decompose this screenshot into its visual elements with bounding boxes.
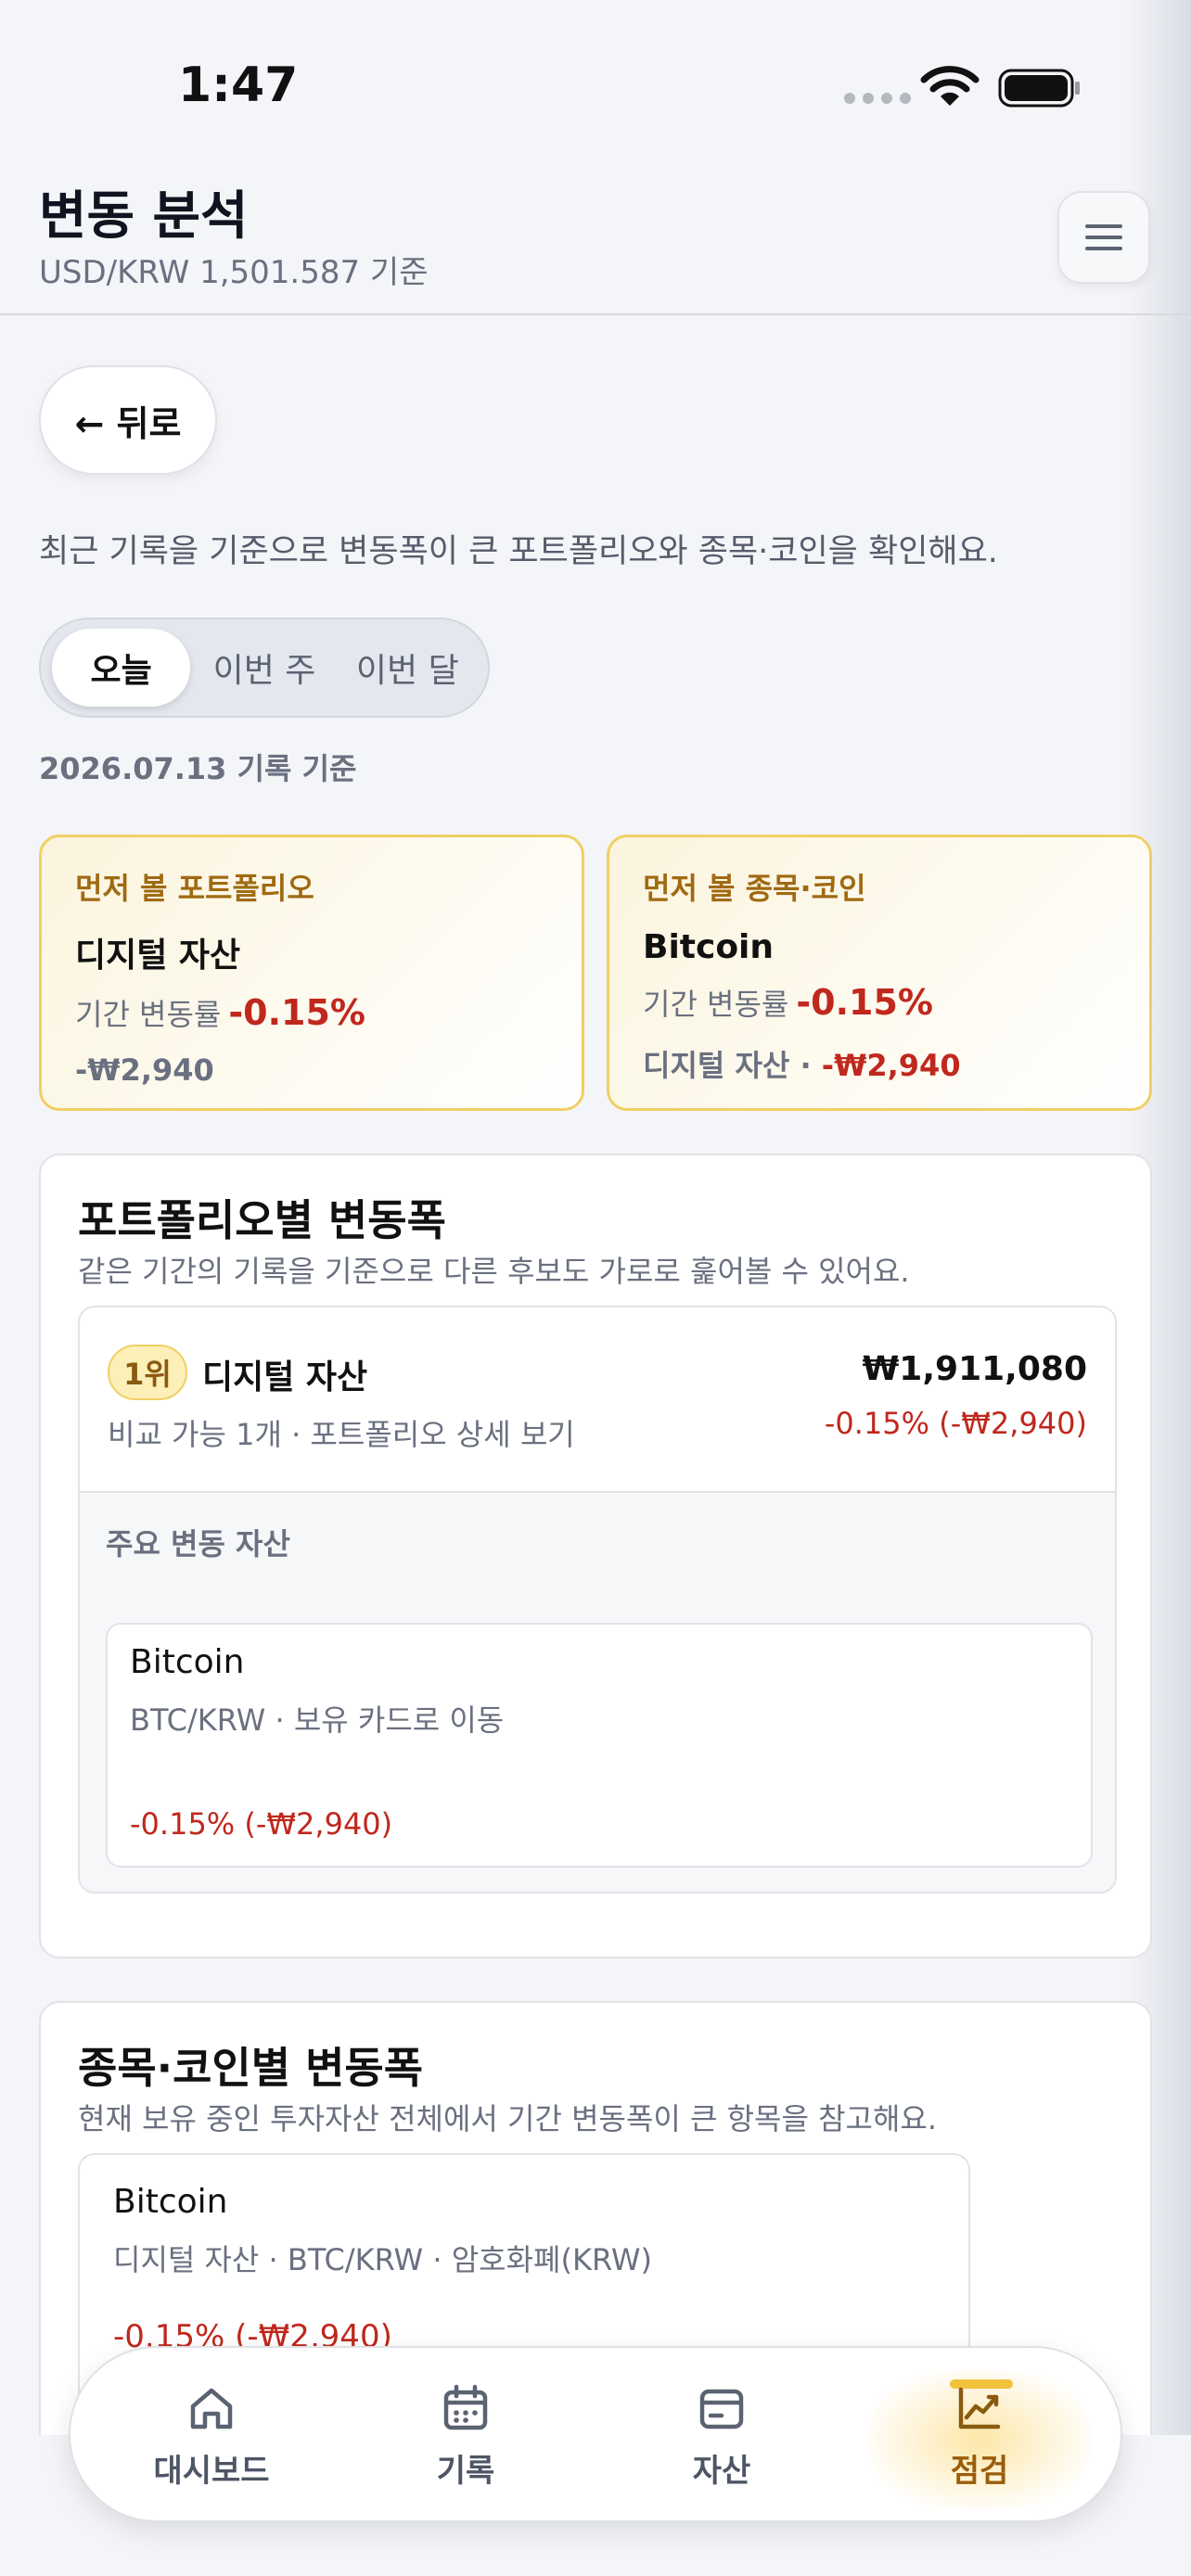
- record-date-note: 2026.07.13 기록 기준: [39, 751, 357, 786]
- chart-icon: [958, 2387, 1001, 2429]
- mover-change: -0.15% (-₩2,940): [130, 1806, 393, 1842]
- exchange-rate-subtitle: USD/KRW 1,501.587 기준: [39, 254, 429, 291]
- tab-assets[interactable]: 자산: [610, 2348, 833, 2524]
- rank-total-value: ₩1,911,080: [862, 1350, 1087, 1388]
- period-tab-today[interactable]: 오늘: [52, 629, 191, 707]
- section-subtitle: 현재 보유 중인 투자자산 전체에서 기간 변동폭이 큰 항목을 참고해요.: [78, 2101, 938, 2136]
- tab-label: 자산: [692, 2452, 751, 2490]
- status-bar: 1:47: [0, 0, 1191, 167]
- section-title: 포트폴리오별 변동폭: [78, 1195, 446, 1245]
- back-button[interactable]: ← 뒤로: [39, 365, 217, 475]
- highlight-portfolio-card[interactable]: 먼저 볼 포트폴리오 디지털 자산 기간 변동률 -0.15% -₩2,940: [39, 835, 584, 1111]
- highlight-asset-card[interactable]: 먼저 볼 종목·코인 Bitcoin 기간 변동률 -0.15% 디지털 자산 ·…: [607, 835, 1152, 1111]
- mover-name: Bitcoin: [130, 1643, 245, 1681]
- page-description: 최근 기록을 기준으로 변동폭이 큰 포트폴리오와 종목·코인을 확인해요.: [39, 533, 998, 570]
- movers-label: 주요 변동 자산: [106, 1526, 290, 1562]
- rank-badge: 1위: [108, 1345, 187, 1400]
- battery-icon: [998, 69, 1080, 108]
- asset-name: Bitcoin: [113, 2183, 228, 2221]
- calendar-icon: [443, 2384, 488, 2429]
- highlight-amount: -₩2,940: [75, 1052, 214, 1088]
- highlight-group: 디지털 자산 ·: [643, 1048, 822, 1083]
- status-time: 1:47: [178, 57, 299, 113]
- asset-meta: 디지털 자산 · BTC/KRW · 암호화폐(KRW): [113, 2242, 653, 2277]
- period-segmented-control: 오늘 이번 주 이번 달: [39, 618, 490, 718]
- highlight-name: 디지털 자산: [75, 937, 241, 975]
- menu-button[interactable]: [1057, 191, 1150, 284]
- highlight-rate-row: 기간 변동률 -0.15%: [75, 991, 548, 1034]
- hamburger-icon: [1085, 224, 1122, 250]
- section-title: 종목·코인별 변동폭: [78, 2043, 424, 2093]
- rank-change-value: -0.15% (-₩2,940): [824, 1406, 1087, 1441]
- highlight-rate: -0.15%: [228, 992, 365, 1033]
- highlight-kicker: 먼저 볼 포트폴리오: [75, 871, 314, 906]
- rank-meta-link[interactable]: 비교 가능 1개 · 포트폴리오 상세 보기: [108, 1411, 575, 1454]
- highlight-amount: -₩2,940: [821, 1048, 961, 1083]
- highlight-rate-label: 기간 변동률: [643, 987, 789, 1022]
- period-tab-week[interactable]: 이번 주: [190, 629, 338, 707]
- mover-asset-card[interactable]: Bitcoin BTC/KRW · 보유 카드로 이동 -0.15% (-₩2,…: [106, 1623, 1093, 1868]
- app-header: 변동 분석 USD/KRW 1,501.587 기준: [0, 167, 1191, 315]
- tab-label: 기록: [436, 2452, 495, 2490]
- tab-checkup[interactable]: 점검: [868, 2348, 1091, 2524]
- bottom-tab-bar: 대시보드 기록 자산 점검: [69, 2346, 1122, 2522]
- portfolio-change-section: 포트폴리오별 변동폭 같은 기간의 기록을 기준으로 다른 후보도 가로로 훑어…: [39, 1154, 1152, 1958]
- period-tab-month[interactable]: 이번 달: [339, 629, 477, 707]
- rank-portfolio-name: 디지털 자산: [202, 1358, 368, 1396]
- tab-records[interactable]: 기록: [354, 2348, 577, 2524]
- section-subtitle: 같은 기간의 기록을 기준으로 다른 후보도 가로로 훑어볼 수 있어요.: [78, 1254, 910, 1289]
- page-title: 변동 분석: [39, 186, 249, 247]
- wifi-icon: [920, 66, 980, 106]
- highlight-rate-label: 기간 변동률: [75, 997, 222, 1032]
- highlight-rate-row: 기간 변동률 -0.15%: [643, 981, 1116, 1024]
- highlight-rate: -0.15%: [796, 982, 933, 1023]
- tab-label: 대시보드: [153, 2452, 270, 2490]
- mover-meta: BTC/KRW · 보유 카드로 이동: [130, 1702, 505, 1738]
- wallet-icon: [699, 2389, 744, 2429]
- cellular-signal-icon: [844, 93, 911, 104]
- portfolio-rank-card: 1위 디지털 자산 비교 가능 1개 · 포트폴리오 상세 보기 ₩1,911,…: [78, 1306, 1117, 1894]
- home-icon: [190, 2388, 233, 2429]
- portfolio-rank-header[interactable]: 1위 디지털 자산 비교 가능 1개 · 포트폴리오 상세 보기 ₩1,911,…: [80, 1307, 1115, 1493]
- tab-label: 점검: [950, 2452, 1009, 2490]
- highlight-kicker: 먼저 볼 종목·코인: [643, 871, 866, 906]
- tab-dashboard[interactable]: 대시보드: [100, 2348, 323, 2524]
- highlight-name: Bitcoin: [643, 928, 775, 966]
- highlight-group-amount: 디지털 자산 · -₩2,940: [643, 1042, 1116, 1085]
